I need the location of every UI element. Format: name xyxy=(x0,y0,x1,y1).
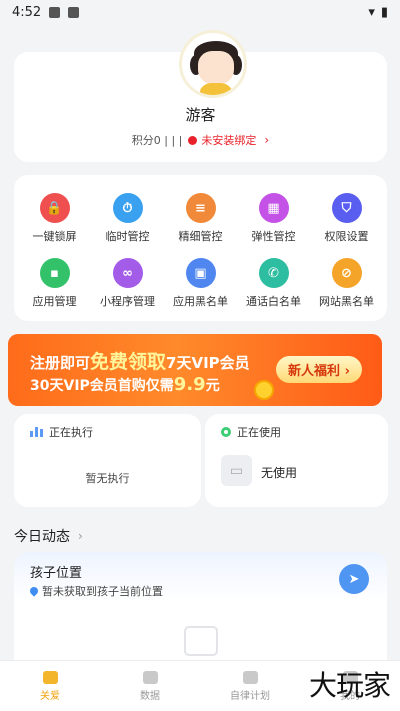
executing-empty: 暂无执行 xyxy=(85,472,130,485)
feature-item[interactable]: 🔒 一键锁屏 xyxy=(18,193,91,244)
feature-item[interactable]: ⛉ 权限设置 xyxy=(310,193,383,244)
feature-label: 应用黑名单 xyxy=(173,295,228,308)
feature-item[interactable]: ⊘ 网站黑名单 xyxy=(310,258,383,309)
coin-icon xyxy=(254,380,274,400)
tab-care[interactable]: 关爱 xyxy=(0,661,100,711)
feature-label: 小程序管理 xyxy=(100,295,155,308)
calendar-icon: ▦ xyxy=(258,193,289,223)
chevron-right-icon: › xyxy=(78,529,83,543)
watermark-logo: 大玩家 xyxy=(308,669,391,702)
gallery-icon xyxy=(49,6,61,18)
executing-card[interactable]: 正在执行 暂无执行 xyxy=(14,414,201,507)
tab-label: 关爱 xyxy=(40,690,60,702)
bar-chart-icon xyxy=(30,427,43,437)
web-block-icon: ⊘ xyxy=(331,258,362,288)
tab-data[interactable]: 数据 xyxy=(100,661,200,711)
banner-line-1: 注册即可免费领取7天VIP会员 xyxy=(30,347,250,374)
feature-item[interactable]: ∞ 小程序管理 xyxy=(91,258,164,309)
feature-label: 临时管控 xyxy=(105,230,150,243)
profile-card: 游客 积分0 | | | 未安装绑定 › xyxy=(14,30,387,162)
wifi-icon: ▾ xyxy=(368,4,375,20)
bind-row[interactable]: 积分0 | | | 未安装绑定 › xyxy=(14,132,387,148)
feature-item[interactable]: ✆ 通话白名单 xyxy=(237,258,310,309)
battery-icon: ▮ xyxy=(380,4,388,20)
feature-label: 通话白名单 xyxy=(246,295,301,308)
location-title: 孩子位置 xyxy=(30,566,83,581)
feature-label: 一键锁屏 xyxy=(32,230,77,243)
shield-icon: ⛉ xyxy=(331,193,362,223)
lock-icon: 🔒 xyxy=(39,193,70,223)
child-location-card[interactable]: 孩子位置 暂未获取到孩子当前位置 ➤ xyxy=(14,552,387,662)
feature-label: 网站黑名单 xyxy=(319,295,374,308)
in-use-value: 无使用 xyxy=(261,466,298,480)
clock: 4:52 xyxy=(12,4,42,20)
nickname: 游客 xyxy=(185,106,216,124)
banner-text-offer: 30天VIP会员首购仅需 xyxy=(30,378,174,394)
tab-icon xyxy=(42,670,58,684)
feature-item[interactable]: ▪ 应用管理 xyxy=(18,258,91,309)
feature-label: 弹性管控 xyxy=(251,230,296,243)
in-use-card[interactable]: 正在使用 ▭ 无使用 xyxy=(205,414,388,507)
tab-self-discipline-plan[interactable]: 自律计划 xyxy=(200,661,300,711)
feature-label: 权限设置 xyxy=(324,230,369,243)
feature-label: 应用管理 xyxy=(32,295,77,308)
banner-price: 9.9 xyxy=(173,374,206,395)
avatar[interactable] xyxy=(179,30,247,98)
banner-line-2: 30天VIP会员首购仅需9.9元 xyxy=(30,374,220,395)
feature-item[interactable]: ⏱ 临时管控 xyxy=(91,193,164,244)
today-title: 今日动态 xyxy=(14,529,70,545)
app-block-icon: ▣ xyxy=(185,258,216,288)
tab-icon xyxy=(242,670,258,684)
vip-promo-banner[interactable]: 注册即可免费领取7天VIP会员 30天VIP会员首购仅需9.9元 新人福利 › xyxy=(8,334,382,406)
points-text: 积分0 | | | xyxy=(131,134,183,147)
feature-item[interactable]: ▣ 应用黑名单 xyxy=(164,258,237,309)
tab-icon xyxy=(142,670,158,684)
feature-item[interactable]: ≡ 精细管控 xyxy=(164,193,237,244)
newcomer-benefit-button[interactable]: 新人福利 › xyxy=(276,356,362,383)
feature-grid-card: 🔒 一键锁屏 ⏱ 临时管控 ≡ 精细管控 ▦ 弹性管控 ⛉ 权限设置 ▪ 应用管理 ∞ 小程序管理 ▣ 应用黑… xyxy=(14,175,387,321)
chevron-right-icon: › xyxy=(264,133,270,147)
active-dot-icon xyxy=(221,427,231,437)
unbound-dot-icon xyxy=(188,135,198,145)
timer-icon: ⏱ xyxy=(112,193,143,223)
tab-label: 数据 xyxy=(140,690,160,702)
status-bar: 4:52 ▾ ▮ xyxy=(0,0,400,24)
slider-icon: ≡ xyxy=(185,193,216,223)
link-icon: ∞ xyxy=(112,258,143,288)
navigate-button[interactable]: ➤ xyxy=(339,564,369,594)
banner-currency: 元 xyxy=(205,378,220,394)
phone-icon: ✆ xyxy=(258,258,289,288)
location-status: 暂未获取到孩子当前位置 xyxy=(42,585,163,598)
banner-text-vip: 7天VIP会员 xyxy=(166,354,250,372)
in-use-title: 正在使用 xyxy=(237,426,281,439)
bind-status[interactable]: 未安装绑定 xyxy=(201,132,256,148)
feature-item[interactable]: ▦ 弹性管控 xyxy=(237,193,310,244)
empty-tray-icon xyxy=(184,626,218,656)
apps-icon: ▪ xyxy=(39,258,70,288)
tab-label: 自律计划 xyxy=(230,690,270,702)
today-activity-header[interactable]: 今日动态 › xyxy=(14,526,83,546)
executing-title: 正在执行 xyxy=(49,426,93,439)
banner-text-a: 注册即可 xyxy=(30,354,91,372)
location-pin-icon xyxy=(28,585,40,597)
app-placeholder-icon: ▭ xyxy=(221,455,252,486)
feature-label: 精细管控 xyxy=(178,230,223,243)
feature-grid: 🔒 一键锁屏 ⏱ 临时管控 ≡ 精细管控 ▦ 弹性管控 ⛉ 权限设置 ▪ 应用管理 ∞ 小程序管理 ▣ 应用黑… xyxy=(18,193,383,309)
a-notification-icon xyxy=(68,6,80,18)
banner-text-free: 免费领取 xyxy=(90,351,167,373)
